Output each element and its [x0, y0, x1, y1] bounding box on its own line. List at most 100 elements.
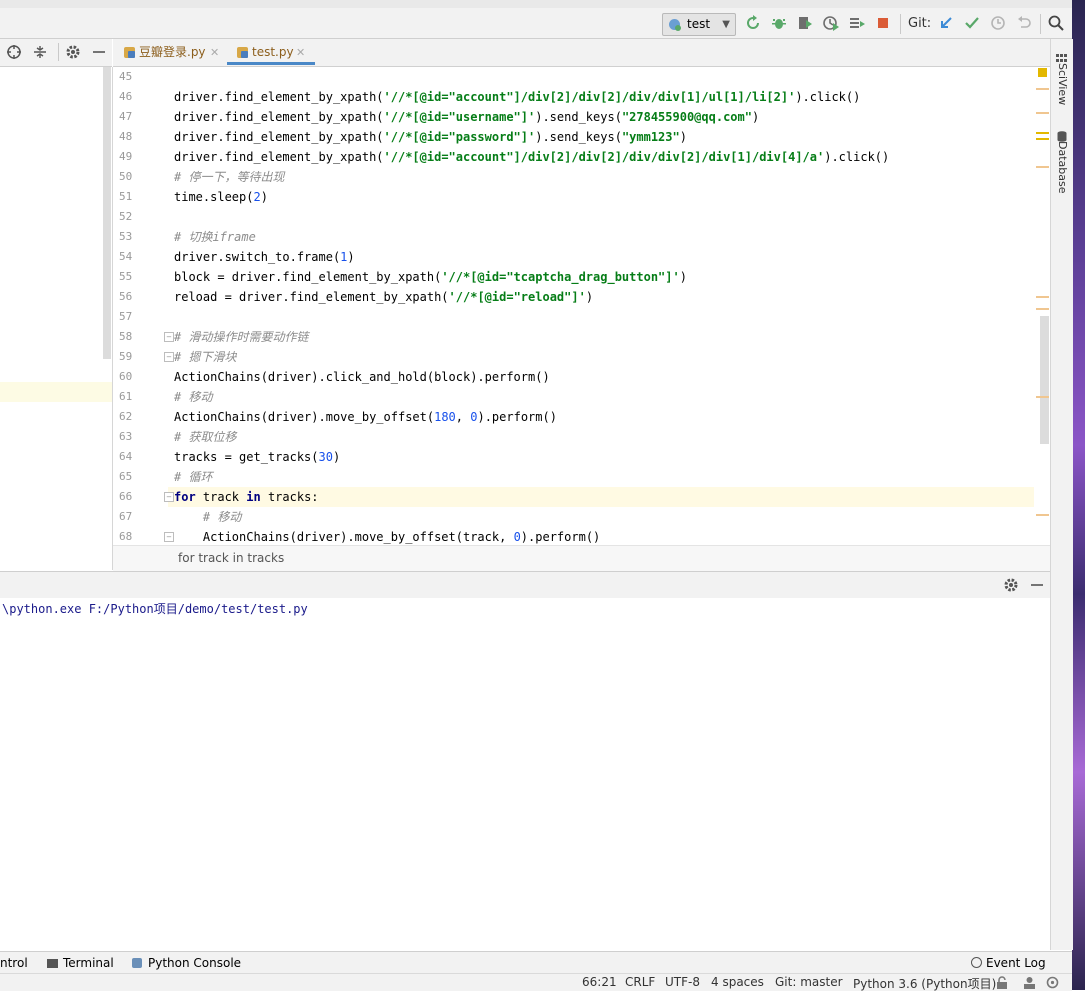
project-panel[interactable]: [0, 67, 113, 570]
code-line[interactable]: [168, 307, 1042, 327]
warning-indicator-icon[interactable]: [1038, 68, 1047, 77]
code-line[interactable]: # 切换iframe: [168, 227, 1042, 247]
database-tab[interactable]: Database: [1056, 141, 1069, 194]
fold-marker-icon[interactable]: −: [164, 532, 174, 542]
locate-icon[interactable]: [6, 44, 22, 64]
debug-icon[interactable]: [770, 14, 790, 34]
console-command-line: \python.exe F:/Python项目/demo/test/test.p…: [2, 602, 308, 616]
tab-version-control[interactable]: ntrol: [0, 956, 28, 970]
search-icon[interactable]: [1047, 14, 1067, 34]
code-line[interactable]: time.sleep(2): [168, 187, 1042, 207]
line-number: 68: [119, 530, 133, 543]
gear-icon[interactable]: [1003, 577, 1019, 597]
tool-window-bar: ntrol Terminal Python Console Event Log: [0, 951, 1072, 974]
code-line[interactable]: [168, 67, 1042, 87]
fold-marker-icon[interactable]: −: [164, 352, 174, 362]
coverage-icon[interactable]: [796, 14, 816, 34]
fold-marker-icon[interactable]: −: [164, 332, 174, 342]
error-stripe-mark[interactable]: [1036, 296, 1049, 298]
git-commit-icon[interactable]: [963, 14, 983, 34]
tab-douban-login[interactable]: 豆瓣登录.py ✕: [124, 39, 224, 66]
status-line-separator[interactable]: CRLF: [625, 975, 655, 989]
code-line[interactable]: driver.find_element_by_xpath('//*[@id="p…: [168, 127, 1042, 147]
status-interpreter[interactable]: Python 3.6 (Python项目): [853, 975, 996, 992]
code-line-text: reload = driver.find_element_by_xpath('/…: [174, 290, 594, 304]
code-line[interactable]: ActionChains(driver).move_by_offset(180,…: [168, 407, 1042, 427]
line-number: 63: [119, 430, 133, 443]
tab-python-console[interactable]: Python Console: [132, 956, 241, 970]
line-number: 58: [119, 330, 133, 343]
right-tool-strip: SciView Database: [1050, 39, 1073, 950]
code-line-text: ActionChains(driver).move_by_offset(trac…: [174, 530, 601, 544]
error-stripe-mark[interactable]: [1036, 514, 1049, 516]
project-scrollbar[interactable]: [103, 67, 111, 359]
error-stripe-mark[interactable]: [1036, 112, 1049, 114]
code-line-text: block = driver.find_element_by_xpath('//…: [174, 270, 687, 284]
editor-scrollbar-thumb[interactable]: [1040, 316, 1049, 444]
status-git-branch[interactable]: Git: master: [775, 975, 843, 989]
tab-terminal-label: Terminal: [63, 956, 114, 970]
line-number: 62: [119, 410, 133, 423]
line-number: 61: [119, 390, 133, 403]
sciview-tab[interactable]: SciView: [1056, 63, 1069, 105]
status-encoding[interactable]: UTF-8: [665, 975, 700, 989]
title-strip: [0, 0, 1072, 8]
code-line[interactable]: # 摁下滑块: [168, 347, 1042, 367]
minimize-icon[interactable]: [1029, 577, 1045, 597]
active-tab-indicator: [227, 62, 315, 65]
code-line[interactable]: reload = driver.find_element_by_xpath('/…: [168, 287, 1042, 307]
code-line[interactable]: # 移动: [168, 387, 1042, 407]
code-line[interactable]: # 获取位移: [168, 427, 1042, 447]
rollback-icon[interactable]: [1015, 14, 1035, 34]
line-number: 54: [119, 250, 133, 263]
history-icon[interactable]: [989, 14, 1009, 34]
code-line[interactable]: for track in tracks:: [168, 487, 1042, 507]
code-line[interactable]: # 滑动操作时需要动作链: [168, 327, 1042, 347]
stop-icon[interactable]: [874, 14, 894, 34]
error-stripe-mark[interactable]: [1036, 132, 1049, 134]
chevron-down-icon: ▼: [722, 19, 730, 30]
code-line-text: driver.find_element_by_xpath('//*[@id="u…: [174, 110, 760, 124]
code-line[interactable]: # 移动: [168, 507, 1042, 527]
status-caret-position[interactable]: 66:21: [582, 975, 617, 989]
breadcrumb-item[interactable]: for track in tracks: [178, 551, 284, 565]
gear-icon[interactable]: [65, 44, 81, 64]
tab-terminal[interactable]: Terminal: [47, 956, 114, 970]
error-stripe-mark[interactable]: [1036, 396, 1049, 398]
code-editor[interactable]: driver.find_element_by_xpath('//*[@id="a…: [168, 67, 1042, 544]
run-configuration-select[interactable]: test ▼: [662, 13, 736, 36]
code-line[interactable]: # 停一下，等待出现: [168, 167, 1042, 187]
rerun-icon[interactable]: [744, 14, 764, 34]
line-number: 48: [119, 130, 133, 143]
code-line[interactable]: driver.find_element_by_xpath('//*[@id="a…: [168, 147, 1042, 167]
code-line-text: # 循环: [174, 470, 213, 484]
fold-marker-icon[interactable]: −: [164, 492, 174, 502]
python-file-icon: [237, 47, 248, 58]
code-line[interactable]: ActionChains(driver).click_and_hold(bloc…: [168, 367, 1042, 387]
code-line[interactable]: driver.switch_to.frame(1): [168, 247, 1042, 267]
breadcrumb[interactable]: for track in tracks: [113, 545, 1050, 571]
error-stripe-mark[interactable]: [1036, 308, 1049, 310]
close-icon[interactable]: ✕: [210, 39, 219, 66]
run-concurrency-icon[interactable]: [848, 14, 868, 34]
profile-icon[interactable]: [822, 14, 842, 34]
code-line[interactable]: # 循环: [168, 467, 1042, 487]
code-line[interactable]: ActionChains(driver).move_by_offset(trac…: [168, 527, 1042, 544]
run-console-output[interactable]: \python.exe F:/Python项目/demo/test/test.p…: [0, 598, 1050, 950]
code-line-text: driver.find_element_by_xpath('//*[@id="a…: [174, 150, 890, 164]
error-stripe-mark[interactable]: [1036, 166, 1049, 168]
git-update-icon[interactable]: [937, 14, 957, 34]
code-line[interactable]: tracks = get_tracks(30): [168, 447, 1042, 467]
code-line[interactable]: [168, 207, 1042, 227]
code-line[interactable]: driver.find_element_by_xpath('//*[@id="u…: [168, 107, 1042, 127]
error-stripe-mark[interactable]: [1036, 138, 1049, 140]
code-line[interactable]: driver.find_element_by_xpath('//*[@id="a…: [168, 87, 1042, 107]
code-line[interactable]: block = driver.find_element_by_xpath('//…: [168, 267, 1042, 287]
status-indent[interactable]: 4 spaces: [711, 975, 764, 989]
tab-event-log[interactable]: Event Log: [971, 956, 1046, 970]
run-panel-header: [0, 571, 1050, 599]
collapse-all-icon[interactable]: [32, 44, 48, 64]
error-stripe-mark[interactable]: [1036, 88, 1049, 90]
code-line-text: time.sleep(2): [174, 190, 268, 204]
minimize-icon[interactable]: [91, 44, 107, 64]
